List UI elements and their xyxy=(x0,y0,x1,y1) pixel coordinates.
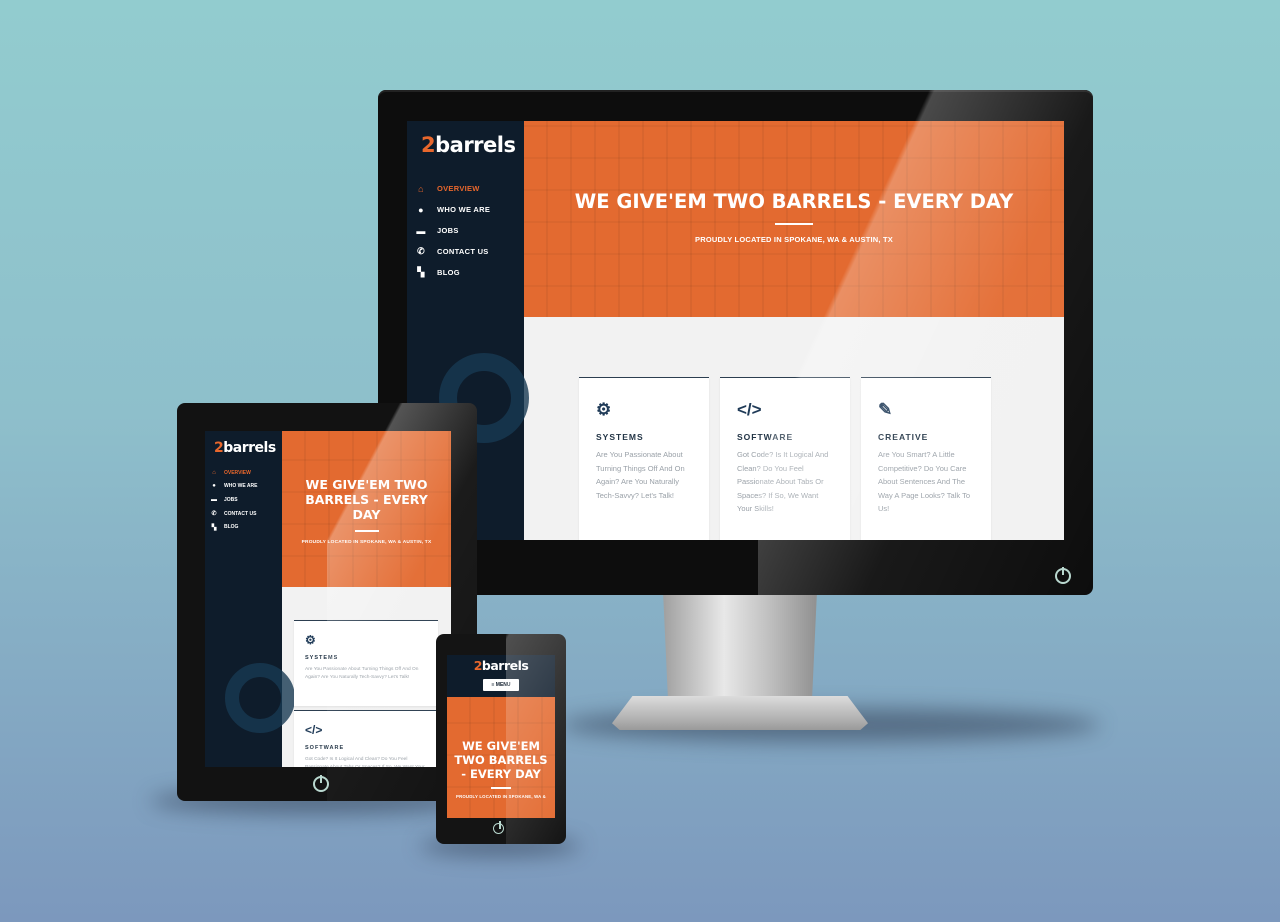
card-title: SYSTEMS xyxy=(596,432,644,442)
tablet-nav-item-overview[interactable]: ⌂ OVERVIEW xyxy=(210,466,282,480)
tablet-nav-item-contact-us[interactable]: ✆ CONTACT US xyxy=(210,507,282,521)
card-creative[interactable]: ✎ CREATIVE Are You Smart? A Little Compe… xyxy=(861,377,991,540)
phone-power-icon[interactable] xyxy=(493,821,504,834)
nav-item-jobs[interactable]: ▬ JOBS xyxy=(415,220,523,241)
tablet-nav-item-jobs[interactable]: ▬ JOBS xyxy=(210,493,282,507)
home-icon: ⌂ xyxy=(418,183,424,194)
card-systems[interactable]: ⚙ SYSTEMS Are You Passionate About Turni… xyxy=(579,377,709,540)
monitor-power-icon[interactable] xyxy=(1055,567,1071,584)
phone-glare xyxy=(506,634,566,844)
monitor-stand-base xyxy=(612,696,868,730)
card-text: Are You Smart? A Little Competitive? Do … xyxy=(878,450,971,513)
card-software[interactable]: </> SOFTWARE Got Code? Is It Logical And… xyxy=(720,377,850,540)
briefcase-icon: ▬ xyxy=(211,496,217,503)
phone-device: 2barrels ≡ MENU WE GIVE'EM TWO BARRELS -… xyxy=(436,634,566,844)
hero-title: WE GIVE'EM TWO BARRELS - EVERY DAY xyxy=(574,190,1014,213)
nav-item-overview[interactable]: ⌂ OVERVIEW xyxy=(415,178,523,199)
desktop-screen: 2barrels ⌂ OVERVIEW ● WHO WE ARE ▬ JOBS ✆ CO… xyxy=(407,121,1064,540)
card-text: Are You Passionate About Turning Things … xyxy=(596,450,685,500)
phone-icon: ✆ xyxy=(211,511,217,518)
card-text: Got Code? Is It Logical And Clean? Do Yo… xyxy=(737,450,829,513)
logo[interactable]: 2barrels xyxy=(421,133,516,157)
code-icon: </> xyxy=(737,400,762,419)
sidebar-nav: ⌂ OVERVIEW ● WHO WE ARE ▬ JOBS ✆ CONTACT US … xyxy=(415,178,523,283)
briefcase-icon: ▬ xyxy=(416,225,426,236)
tablet-logo[interactable]: 2barrels xyxy=(214,440,276,456)
tablet-nav-item-blog[interactable]: ▚ BLOG xyxy=(210,520,282,534)
hero-divider xyxy=(775,223,813,225)
user-icon: ● xyxy=(418,204,424,215)
gear-icon: ⚙ xyxy=(596,400,612,419)
nav-item-blog[interactable]: ▚ BLOG xyxy=(415,262,523,283)
tablet-sidebar-watermark xyxy=(225,663,295,733)
nav-item-contact-us[interactable]: ✆ CONTACT US xyxy=(415,241,523,262)
tablet-sidebar-nav: ⌂ OVERVIEW ● WHO WE ARE ▬ JOBS ✆ CONTACT US … xyxy=(210,466,282,534)
hero-banner: WE GIVE'EM TWO BARRELS - EVERY DAY PROUD… xyxy=(524,121,1064,317)
phone-icon: ✆ xyxy=(417,246,425,256)
desktop-monitor: 2barrels ⌂ OVERVIEW ● WHO WE ARE ▬ JOBS ✆ CO… xyxy=(378,90,1093,595)
tablet-sidebar: 2barrels ⌂ OVERVIEW ● WHO WE ARE ▬ JOBS ✆ CO… xyxy=(205,431,295,767)
nav-item-who-we-are[interactable]: ● WHO WE ARE xyxy=(415,199,523,220)
card-title: SOFTWARE xyxy=(737,432,794,442)
monitor-stand-neck xyxy=(663,595,817,700)
blog-icon: ▚ xyxy=(211,524,217,531)
tablet-device: 2barrels ⌂ OVERVIEW ● WHO WE ARE ▬ JOBS ✆ CO… xyxy=(177,403,477,801)
hero-subtitle: PROUDLY LOCATED IN SPOKANE, WA & AUSTIN,… xyxy=(695,235,893,244)
card-title: CREATIVE xyxy=(878,432,929,442)
pencil-icon: ✎ xyxy=(878,400,893,419)
blog-icon: ▚ xyxy=(417,267,425,277)
home-icon: ⌂ xyxy=(212,469,216,476)
user-icon: ● xyxy=(212,483,216,490)
tablet-nav-item-who-we-are[interactable]: ● WHO WE ARE xyxy=(210,480,282,494)
